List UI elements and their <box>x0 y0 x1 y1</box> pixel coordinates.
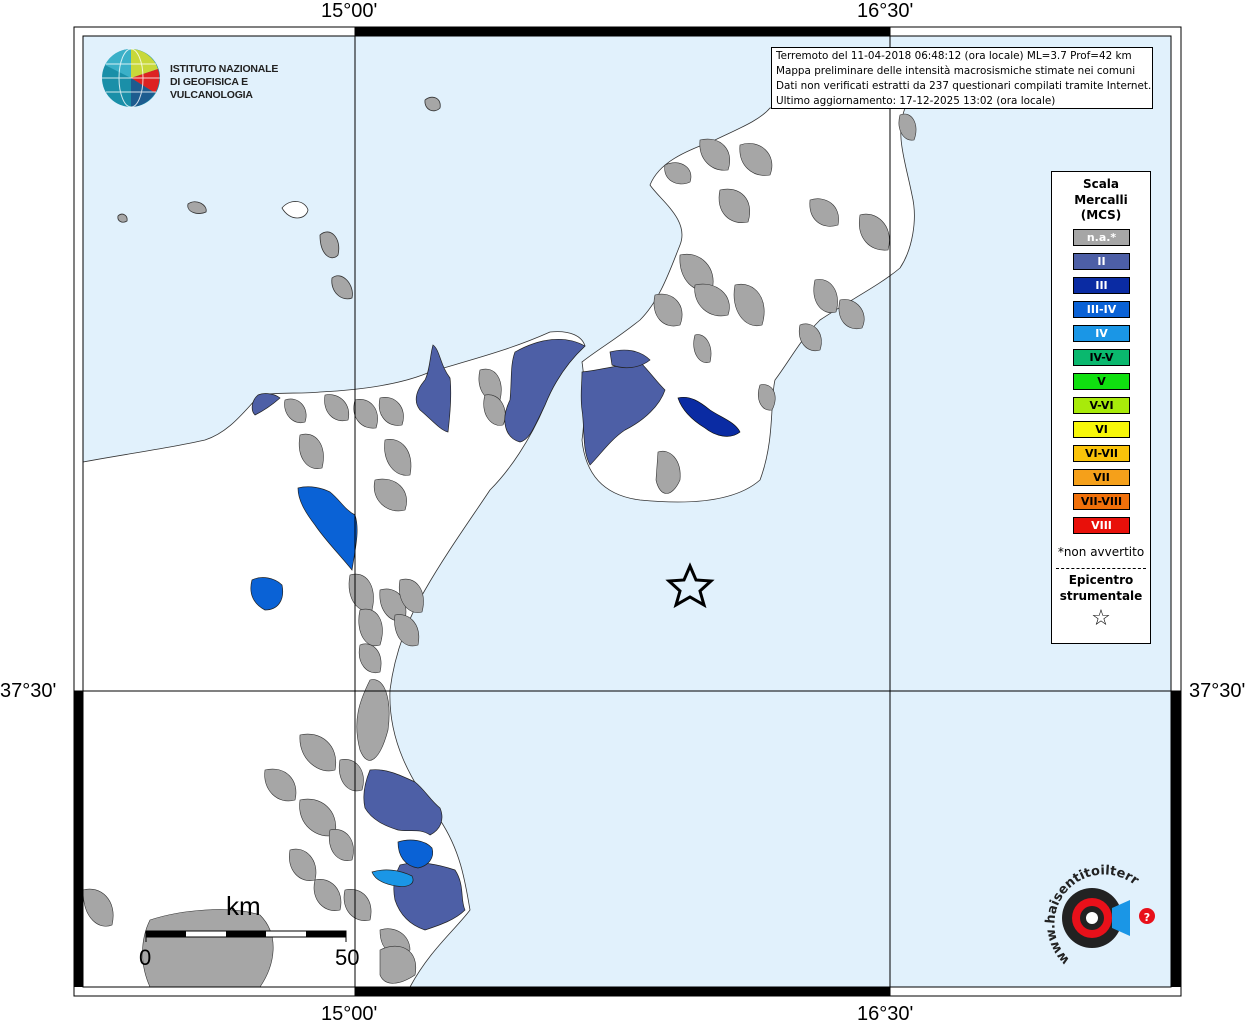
legend-swatch: VII-VIII <box>1073 493 1130 510</box>
ingv-name-line1: ISTITUTO NAZIONALE <box>170 63 279 75</box>
legend-swatch: n.a.* <box>1073 229 1130 246</box>
lon-label-top-right: 16°30' <box>857 0 914 22</box>
legend-swatch: V-VI <box>1073 397 1130 414</box>
legend-swatch: IV <box>1073 325 1130 342</box>
legend-note-not-felt: *non avvertito <box>1057 545 1145 559</box>
scale-min: 0 <box>139 945 152 970</box>
ingv-name-line2: DI GEOFISICA E VULCANOLOGIA <box>170 76 253 101</box>
legend-title-mcs: (MCS) <box>1080 208 1122 222</box>
lon-label-bottom-left: 15°00' <box>321 1003 378 1025</box>
legend-epicentre-line1: Epicentro <box>1068 573 1134 587</box>
legend-swatch: V <box>1073 373 1130 390</box>
info-line-data-source: Dati non verificati estratti da 237 ques… <box>776 80 1152 93</box>
legend-swatch: VII <box>1073 469 1130 486</box>
legend-swatch: II <box>1073 253 1130 270</box>
mcs-legend: Scala Mercalli (MCS) n.a.* II III III-IV IV I… <box>1051 171 1151 644</box>
lat-label-right: 37°30' <box>1189 680 1246 702</box>
lon-label-bottom-right: 16°30' <box>857 1003 914 1025</box>
legend-epicentre-line2: strumentale <box>1059 589 1143 603</box>
ingv-logo: ISTITUTO NAZIONALE DI GEOFISICA E VULCAN… <box>100 47 330 109</box>
legend-star-icon: ☆ <box>1091 606 1111 631</box>
event-info-box: Terremoto del 11-04-2018 06:48:12 (ora l… <box>771 47 1153 109</box>
legend-swatch: VI <box>1073 421 1130 438</box>
legend-swatch: VIII <box>1073 517 1130 534</box>
scale-unit: km <box>226 891 261 921</box>
info-line-event: Terremoto del 11-04-2018 06:48:12 (ora l… <box>776 50 1132 62</box>
legend-swatch: III-IV <box>1073 301 1130 318</box>
legend-swatch: VI-VII <box>1073 445 1130 462</box>
scale-max: 50 <box>335 945 360 970</box>
info-line-updated: Ultimo aggiornamento: 17-12-2025 13:02 (… <box>776 95 1056 108</box>
ingv-globe-icon <box>102 48 160 108</box>
lat-label-left: 37°30' <box>0 680 57 702</box>
island <box>117 213 128 223</box>
haisentito-target-icon: ? www.haisentitoilterremoto.it <box>1023 849 1155 967</box>
haisentito-logo: ? www.haisentitoilterremoto.it <box>1023 849 1170 975</box>
legend-title-scala: Scala <box>1082 177 1120 191</box>
legend-title-mercalli: Mercalli <box>1074 192 1128 207</box>
svg-text:?: ? <box>1144 911 1150 924</box>
info-line-map-desc: Mappa preliminare delle intensità macros… <box>776 65 1136 78</box>
legend-swatch: IV-V <box>1073 349 1130 366</box>
legend-separator <box>1056 568 1146 569</box>
legend-swatch: III <box>1073 277 1130 294</box>
lon-label-top-left: 15°00' <box>321 0 378 22</box>
